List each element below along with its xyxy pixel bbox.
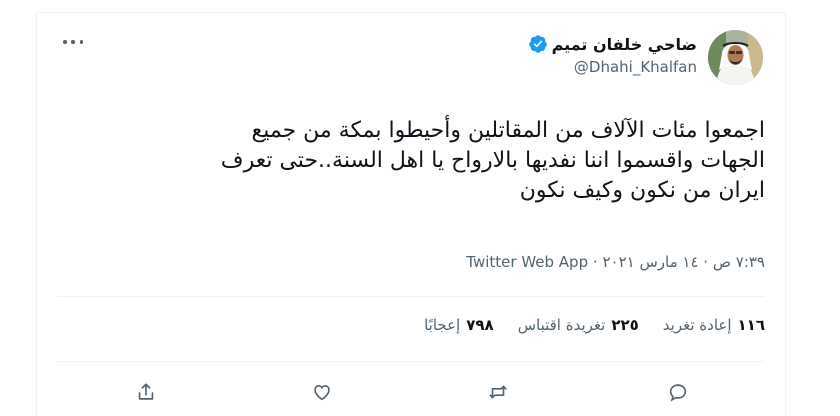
divider (57, 296, 765, 297)
tweet-stats: ١١٦ إعادة تغريد ٢٢٥ تغريدة اقتباس ٧٩٨ إعجاب… (424, 316, 765, 334)
reply-button[interactable] (661, 375, 695, 409)
meta-separator: · (703, 253, 709, 271)
author-name[interactable]: ضاحي خلفان تميم (552, 35, 697, 54)
reply-icon (669, 384, 687, 402)
divider (57, 361, 765, 362)
author-handle[interactable]: @Dhahi_Khalfan (574, 58, 697, 76)
verified-badge-icon (528, 35, 547, 53)
author-row[interactable]: ضاحي خلفان تميم (528, 32, 697, 56)
share-icon (138, 383, 154, 400)
tweet-card: ضاحي خلفان تميم @Dhahi_Khalfan اجمعوا مئ… (36, 12, 786, 416)
more-options-icon[interactable] (63, 35, 83, 49)
retweet-icon (489, 385, 507, 399)
tweet-meta: ٧:٣٩ ص · ١٤ مارس ٢٠٢١ · Twitter Web App (466, 253, 765, 271)
tweet-date[interactable]: ١٤ مارس ٢٠٢١ (602, 253, 698, 271)
like-button[interactable] (305, 375, 339, 409)
tweet-time[interactable]: ٧:٣٩ ص (713, 253, 765, 271)
avatar-image (708, 30, 763, 85)
like-icon (314, 385, 330, 401)
retweets-label: إعادة تغريد (662, 316, 732, 334)
likes-stat[interactable]: ٧٩٨ إعجابًا (424, 316, 494, 334)
retweets-count: ١١٦ (737, 316, 765, 334)
quotes-count: ٢٢٥ (611, 316, 639, 334)
avatar[interactable] (708, 30, 763, 85)
likes-label: إعجابًا (424, 316, 461, 334)
share-button[interactable] (129, 375, 163, 409)
meta-separator: · (592, 253, 598, 271)
tweet-text: اجمعوا مئات الآلاف من المقاتلين وأحيطوا … (220, 118, 765, 203)
quotes-label: تغريدة اقتباس (517, 316, 606, 334)
quotes-stat[interactable]: ٢٢٥ تغريدة اقتباس (518, 316, 639, 334)
tweet-actions (37, 367, 785, 411)
retweets-stat[interactable]: ١١٦ إعادة تغريد (663, 316, 765, 334)
retweet-button[interactable] (481, 375, 515, 409)
tweet-source[interactable]: Twitter Web App (466, 253, 588, 271)
likes-count: ٧٩٨ (466, 316, 494, 334)
